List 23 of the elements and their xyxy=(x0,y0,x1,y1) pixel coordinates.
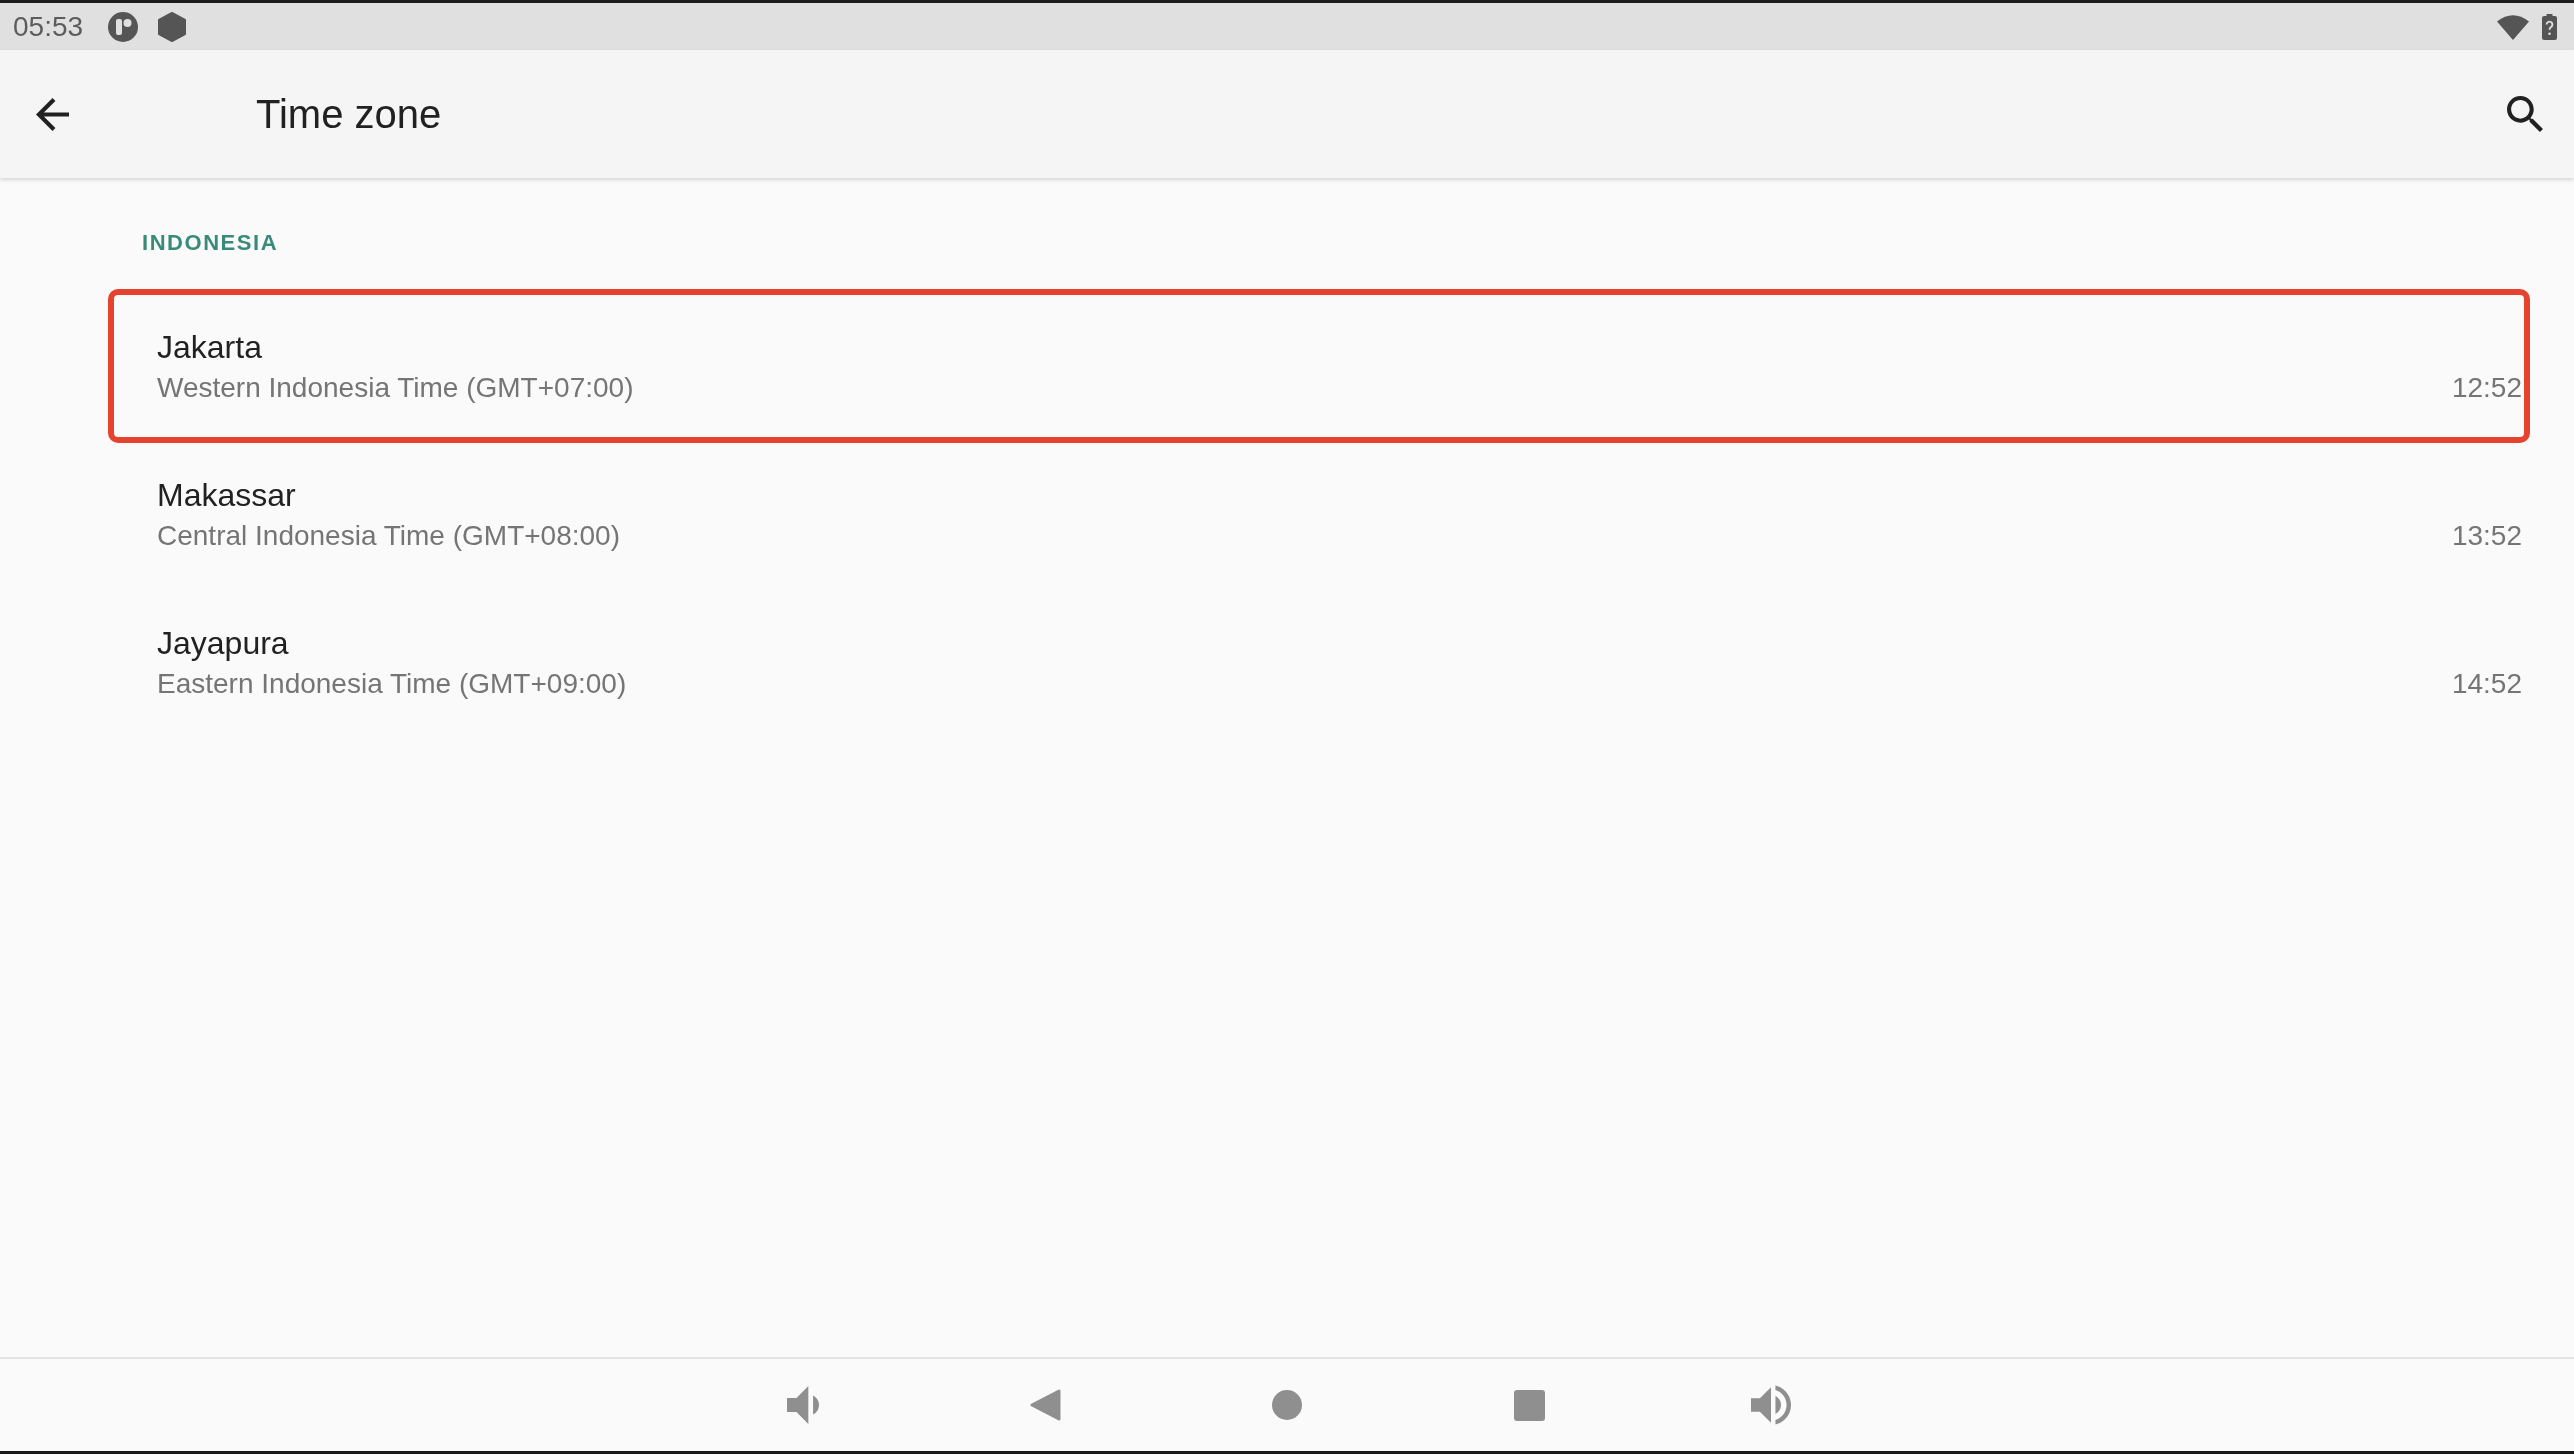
volume-up-icon[interactable] xyxy=(1751,1385,1791,1425)
recents-icon[interactable] xyxy=(1513,1389,1545,1421)
search-icon[interactable] xyxy=(2507,96,2543,132)
timezone-description: Western Indonesia Time (GMT+07:00) xyxy=(157,370,634,405)
local-time: 12:52 xyxy=(2451,370,2522,405)
volume-down-icon[interactable] xyxy=(787,1386,819,1424)
city-name[interactable]: Makassar xyxy=(157,474,296,515)
home-icon[interactable] xyxy=(1272,1390,1302,1420)
city-name[interactable]: Jakarta xyxy=(157,326,262,367)
page-title: Time zone xyxy=(256,91,442,138)
wifi-icon xyxy=(2497,13,2529,40)
notification-circle-icon xyxy=(108,11,139,42)
timezone-description: Central Indonesia Time (GMT+08:00) xyxy=(157,518,620,553)
local-time: 14:52 xyxy=(2451,666,2522,701)
nav-back-icon[interactable] xyxy=(1029,1389,1061,1421)
battery-unknown-icon xyxy=(2542,13,2557,40)
timezone-description: Eastern Indonesia Time (GMT+09:00) xyxy=(157,666,627,701)
status-time: 05:53 xyxy=(13,10,84,43)
section-header: INDONESIA xyxy=(142,230,279,256)
local-time: 13:52 xyxy=(2451,518,2522,553)
city-name[interactable]: Jayapura xyxy=(157,622,289,663)
hexagon-icon xyxy=(158,11,187,42)
back-icon[interactable] xyxy=(36,97,69,131)
